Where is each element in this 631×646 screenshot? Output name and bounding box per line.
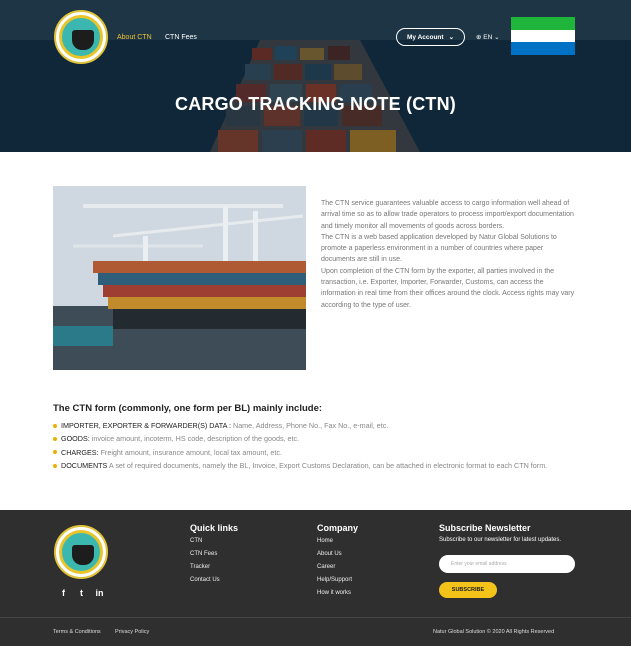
- sierra-leone-flag: [511, 17, 575, 55]
- intro-paragraph-2: The CTN is a web based application devel…: [321, 233, 557, 264]
- chevron-down-icon: ⌄: [494, 34, 500, 41]
- footer-link-ctn[interactable]: CTN: [190, 538, 202, 544]
- subscribe-button[interactable]: SUBSCRIBE: [439, 582, 497, 598]
- footer-link-about-us[interactable]: About Us: [317, 551, 342, 557]
- list-item: CHARGES: Freight amount, insurance amoun…: [53, 446, 573, 459]
- terms-link[interactable]: Terms & Conditions: [53, 629, 101, 635]
- quick-links-title: Quick links: [190, 523, 239, 533]
- list-item-label: GOODS:: [61, 434, 90, 444]
- footer-link-tracker[interactable]: Tracker: [190, 564, 210, 570]
- language-selector[interactable]: ⊕ EN ⌄: [476, 33, 500, 41]
- list-item-text: invoice amount, incoterm, HS code, descr…: [89, 434, 300, 444]
- footer-link-how-it-works[interactable]: How it works: [317, 590, 351, 596]
- footer-link-help-support[interactable]: Help/Support: [317, 577, 352, 583]
- nav-about-ctn[interactable]: About CTN: [117, 34, 152, 41]
- intro-paragraph-1: The CTN service guarantees valuable acce…: [321, 200, 574, 230]
- site-footer: f t in Quick links CTN CTN Fees Tracker …: [0, 510, 631, 646]
- newsletter-description: Subscribe to our newsletter for latest u…: [439, 537, 562, 543]
- list-item-text: A set of required documents, namely the …: [107, 461, 548, 471]
- my-account-label: My Account: [406, 33, 444, 41]
- intro-description: The CTN service guarantees valuable acce…: [321, 198, 579, 311]
- footer-link-home[interactable]: Home: [317, 538, 333, 544]
- my-account-button[interactable]: My Account ⌄: [396, 28, 465, 46]
- company-title: Company: [317, 523, 359, 533]
- footer-link-career[interactable]: Career: [317, 564, 335, 570]
- twitter-icon[interactable]: t: [75, 587, 88, 600]
- intro-paragraph-3: Upon completion of the CTN form by the e…: [321, 267, 575, 309]
- newsletter-title: Subscribe Newsletter: [439, 523, 531, 533]
- chevron-down-icon: ⌄: [448, 34, 455, 41]
- newsletter-email-input[interactable]: [439, 555, 575, 573]
- globe-icon: ⊕: [476, 34, 482, 41]
- linkedin-icon[interactable]: in: [93, 587, 106, 600]
- port-cranes-image: [53, 186, 306, 370]
- ctn-form-list: IMPORTER, EXPORTER & FORWARDER(S) DATA :…: [53, 419, 573, 473]
- list-item-label: IMPORTER, EXPORTER & FORWARDER(S) DATA :: [61, 421, 231, 430]
- footer-logo[interactable]: [54, 525, 108, 579]
- nav-ctn-fees[interactable]: CTN Fees: [165, 34, 197, 41]
- footer-link-contact-us[interactable]: Contact Us: [190, 577, 220, 583]
- footer-link-ctn-fees[interactable]: CTN Fees: [190, 551, 217, 557]
- list-item-text: Freight amount, insurance amount, local …: [98, 447, 282, 457]
- copyright-text: Natur Global Solution © 2020 All Rights …: [433, 629, 555, 635]
- ctn-form-heading: The CTN form (commonly, one form per BL)…: [53, 403, 323, 414]
- list-item: IMPORTER, EXPORTER & FORWARDER(S) DATA :…: [53, 419, 573, 432]
- list-item-label: CHARGES:: [61, 447, 99, 457]
- site-logo[interactable]: [54, 10, 108, 64]
- list-item: DOCUMENTS A set of required documents, n…: [53, 459, 573, 472]
- footer-divider: [0, 617, 631, 618]
- language-label: EN: [483, 34, 493, 41]
- facebook-icon[interactable]: f: [57, 587, 70, 600]
- privacy-link[interactable]: Privacy Policy: [115, 629, 149, 635]
- page-title: CARGO TRACKING NOTE (CTN): [175, 94, 456, 114]
- list-item: GOODS: invoice amount, incoterm, HS code…: [53, 432, 573, 445]
- list-item-label: DOCUMENTS: [61, 461, 108, 471]
- list-item-text: Name, Address, Phone No., Fax No., e-mai…: [231, 421, 389, 430]
